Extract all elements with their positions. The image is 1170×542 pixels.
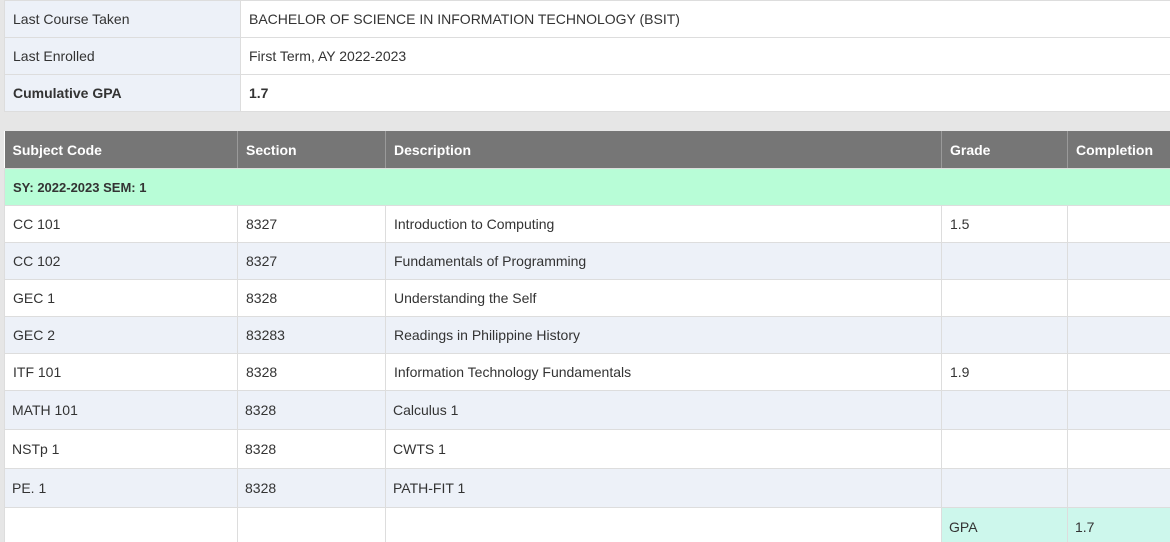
description-cell: Understanding the Self: [385, 279, 942, 317]
section-cell: 8328: [237, 468, 386, 508]
column-header-subject-code[interactable]: Subject Code: [4, 131, 238, 169]
subject-code-cell: NSTp 1: [4, 429, 238, 469]
info-label: Last Enrolled: [4, 37, 241, 75]
subject-code-cell: GEC 1: [4, 279, 238, 317]
section-cell: 8328: [237, 390, 386, 430]
subject-code-cell: ITF 101: [4, 353, 238, 391]
completion-cell: [1067, 316, 1170, 354]
subject-code-cell: PE. 1: [4, 468, 238, 508]
grade-cell: 1.5: [941, 205, 1068, 243]
subject-code-cell: GEC 2: [4, 316, 238, 354]
gpa-footer-row: GPA 1.7: [4, 507, 1170, 542]
semester-row: SY: 2022-2023 SEM: 1: [4, 168, 1170, 206]
grade-cell: [941, 468, 1068, 508]
grade-cell: [941, 316, 1068, 354]
info-label: Last Course Taken: [4, 0, 241, 38]
description-cell: PATH-FIT 1: [385, 468, 942, 508]
table-row: MATH 101 8328 Calculus 1: [4, 390, 1170, 430]
gpa-label: GPA: [941, 507, 1068, 542]
table-row: GEC 2 83283 Readings in Philippine Histo…: [4, 316, 1170, 354]
info-row-last-course: Last Course Taken BACHELOR OF SCIENCE IN…: [4, 0, 1170, 38]
table-row: ITF 101 8328 Information Technology Fund…: [4, 353, 1170, 391]
section-cell: 83283: [237, 316, 386, 354]
description-cell: Calculus 1: [385, 390, 942, 430]
grade-cell: [941, 429, 1068, 469]
info-value: First Term, AY 2022-2023: [240, 37, 1170, 75]
table-row: PE. 1 8328 PATH-FIT 1: [4, 468, 1170, 508]
completion-cell: [1067, 390, 1170, 430]
grades-header-row: Subject Code Section Description Grade C…: [4, 131, 1170, 169]
section-cell: 8327: [237, 205, 386, 243]
grade-cell: 1.9: [941, 353, 1068, 391]
footer-empty-cell: [4, 507, 238, 542]
subject-code-cell: CC 101: [4, 205, 238, 243]
description-cell: Readings in Philippine History: [385, 316, 942, 354]
completion-cell: [1067, 279, 1170, 317]
completion-cell: [1067, 468, 1170, 508]
description-cell: Introduction to Computing: [385, 205, 942, 243]
completion-cell: [1067, 429, 1170, 469]
description-cell: Information Technology Fundamentals: [385, 353, 942, 391]
table-row: CC 101 8327 Introduction to Computing 1.…: [4, 205, 1170, 243]
table-row: NSTp 1 8328 CWTS 1: [4, 429, 1170, 469]
completion-cell: [1067, 205, 1170, 243]
footer-empty-cell: [237, 507, 386, 542]
section-cell: 8327: [237, 242, 386, 280]
semester-label: SY: 2022-2023 SEM: 1: [4, 168, 1170, 206]
column-header-completion[interactable]: Completion: [1067, 131, 1170, 169]
section-cell: 8328: [237, 279, 386, 317]
grade-cell: [941, 390, 1068, 430]
footer-empty-cell: [385, 507, 942, 542]
completion-cell: [1067, 242, 1170, 280]
gpa-value: 1.7: [1067, 507, 1170, 542]
column-header-description[interactable]: Description: [385, 131, 942, 169]
column-header-grade[interactable]: Grade: [941, 131, 1068, 169]
info-row-last-enrolled: Last Enrolled First Term, AY 2022-2023: [4, 37, 1170, 75]
grade-cell: [941, 279, 1068, 317]
info-row-cumulative-gpa: Cumulative GPA 1.7: [4, 74, 1170, 112]
grades-page: Last Course Taken BACHELOR OF SCIENCE IN…: [0, 0, 1170, 542]
description-cell: Fundamentals of Programming: [385, 242, 942, 280]
info-label: Cumulative GPA: [4, 74, 241, 112]
table-row: CC 102 8327 Fundamentals of Programming: [4, 242, 1170, 280]
grade-cell: [941, 242, 1068, 280]
column-header-section[interactable]: Section: [237, 131, 386, 169]
student-info-table: Last Course Taken BACHELOR OF SCIENCE IN…: [4, 0, 1170, 112]
section-cell: 8328: [237, 353, 386, 391]
info-value: 1.7: [240, 74, 1170, 112]
subject-code-cell: CC 102: [4, 242, 238, 280]
subject-code-cell: MATH 101: [4, 390, 238, 430]
table-row: GEC 1 8328 Understanding the Self: [4, 279, 1170, 317]
grades-table: Subject Code Section Description Grade C…: [4, 131, 1170, 542]
completion-cell: [1067, 353, 1170, 391]
info-value: BACHELOR OF SCIENCE IN INFORMATION TECHN…: [240, 0, 1170, 38]
section-cell: 8328: [237, 429, 386, 469]
description-cell: CWTS 1: [385, 429, 942, 469]
